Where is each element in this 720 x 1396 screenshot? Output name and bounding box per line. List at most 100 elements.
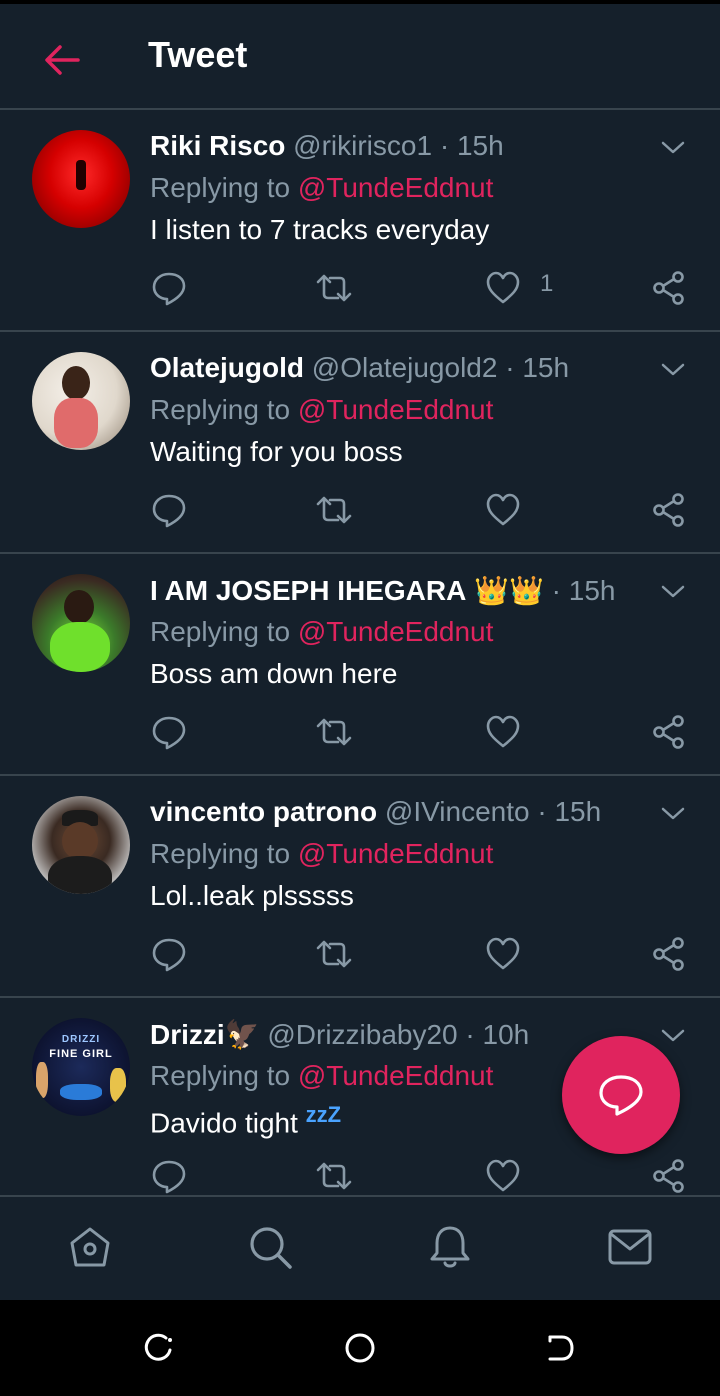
mail-icon[interactable] <box>606 1223 654 1271</box>
tweet-item[interactable]: I AM JOSEPH IHEGARA 👑👑 · 15h Replying to… <box>0 554 720 776</box>
avatar[interactable] <box>32 352 130 450</box>
author-handle[interactable]: @Olatejugold2 <box>312 352 498 383</box>
tweet-time: 15h <box>554 796 602 827</box>
tweet-author-line: vincento patrono @IVincento · 15h <box>150 796 601 828</box>
chevron-down-icon[interactable] <box>660 582 686 602</box>
share-icon[interactable] <box>651 714 687 750</box>
bottom-tab-bar <box>0 1195 720 1300</box>
tweet-author-line: I AM JOSEPH IHEGARA 👑👑 · 15h <box>150 574 615 607</box>
name-emoji: 👑👑 <box>474 575 544 606</box>
author-handle[interactable]: @IVincento <box>385 796 530 827</box>
reply-icon[interactable] <box>151 270 187 306</box>
tweet-text: Waiting for you boss <box>150 436 403 467</box>
mention-link[interactable]: @TundeEddnut <box>298 172 494 203</box>
mention-link[interactable]: @TundeEddnut <box>298 1060 494 1091</box>
tweet-text: I listen to 7 tracks everyday <box>150 214 490 245</box>
heart-icon[interactable] <box>485 270 521 306</box>
chevron-down-icon[interactable] <box>660 804 686 824</box>
share-icon[interactable] <box>651 936 687 972</box>
replying-to-line: Replying to @TundeEddnut <box>150 172 493 204</box>
replying-to-prefix: Replying to <box>150 838 298 869</box>
reply-icon[interactable] <box>151 714 187 750</box>
reply-icon[interactable] <box>151 1158 187 1194</box>
top-bar: Tweet <box>0 4 720 110</box>
compose-reply-icon <box>599 1075 643 1116</box>
recent-apps-icon[interactable] <box>144 1332 176 1364</box>
author-handle[interactable]: @Drizzibaby20 <box>267 1019 457 1050</box>
home-nav-icon[interactable] <box>344 1332 376 1364</box>
heart-icon[interactable] <box>485 936 521 972</box>
avatar-subtext: FINE GIRL <box>49 1048 113 1060</box>
author-name[interactable]: I AM JOSEPH IHEGARA <box>150 575 466 606</box>
share-icon[interactable] <box>651 1158 687 1194</box>
search-icon[interactable] <box>246 1223 294 1271</box>
tweet-item[interactable]: vincento patrono @IVincento · 15h Replyi… <box>0 776 720 998</box>
author-handle[interactable]: @rikirisco1 <box>293 130 432 161</box>
chevron-down-icon[interactable] <box>660 360 686 380</box>
retweet-icon[interactable] <box>316 492 352 528</box>
tweet-author-line: Drizzi🦅 @Drizzibaby20 · 10h <box>150 1018 529 1051</box>
tweet-text: Lol..leak plsssss <box>150 880 354 911</box>
author-name[interactable]: Drizzi <box>150 1019 225 1050</box>
like-count: 1 <box>540 270 554 297</box>
back-button[interactable] <box>40 38 84 82</box>
back-nav-icon[interactable] <box>544 1332 576 1364</box>
avatar[interactable] <box>32 130 130 228</box>
author-name[interactable]: Olatejugold <box>150 352 304 383</box>
chevron-down-icon[interactable] <box>660 1026 686 1046</box>
page-title: Tweet <box>148 34 248 75</box>
tweet-author-line: Riki Risco @rikirisco1 · 15h <box>150 130 504 162</box>
replying-to-line: Replying to @TundeEddnut <box>150 1060 493 1092</box>
tweet-time: 15h <box>456 130 504 161</box>
heart-icon[interactable] <box>485 492 521 528</box>
tweet-author-line: Olatejugold @Olatejugold2 · 15h <box>150 352 569 384</box>
replying-to-prefix: Replying to <box>150 394 298 425</box>
name-emoji: 🦅 <box>224 1019 260 1050</box>
reply-icon[interactable] <box>151 936 187 972</box>
chevron-down-icon[interactable] <box>660 138 686 158</box>
replying-to-line: Replying to @TundeEddnut <box>150 838 493 870</box>
avatar[interactable]: DRIZZI FINE GIRL <box>32 1018 130 1116</box>
system-navigation-bar <box>0 1300 720 1396</box>
avatar-figure <box>60 1084 102 1100</box>
compose-reply-button[interactable] <box>562 1036 680 1154</box>
avatar-figure <box>62 822 98 860</box>
mention-link[interactable]: @TundeEddnut <box>298 394 494 425</box>
retweet-icon[interactable] <box>316 270 352 306</box>
avatar-figure <box>62 366 90 400</box>
author-name[interactable]: Riki Risco <box>150 130 285 161</box>
separator-dot: · <box>465 1019 483 1050</box>
avatar-figure <box>48 856 112 894</box>
separator-dot: · <box>505 352 523 383</box>
share-icon[interactable] <box>651 492 687 528</box>
retweet-icon[interactable] <box>316 936 352 972</box>
mention-link[interactable]: @TundeEddnut <box>298 616 494 647</box>
retweet-icon[interactable] <box>316 1158 352 1194</box>
avatar-figure <box>64 590 94 624</box>
tweet-time: 10h <box>482 1019 530 1050</box>
reply-icon[interactable] <box>151 492 187 528</box>
tweet-item[interactable]: Riki Risco @rikirisco1 · 15h Replying to… <box>0 110 720 332</box>
replying-to-line: Replying to @TundeEddnut <box>150 616 493 648</box>
arrow-left-icon <box>45 45 80 75</box>
avatar-text: DRIZZI <box>61 1034 101 1045</box>
avatar[interactable] <box>32 796 130 894</box>
sleep-emoji: zzZ <box>305 1102 342 1127</box>
heart-icon[interactable] <box>485 714 521 750</box>
avatar-figure <box>76 160 86 190</box>
author-name[interactable]: vincento patrono <box>150 796 377 827</box>
heart-icon[interactable] <box>485 1158 521 1194</box>
bell-icon[interactable] <box>426 1223 474 1271</box>
avatar-figure <box>50 622 110 672</box>
avatar-figure <box>36 1062 48 1098</box>
home-icon[interactable] <box>66 1223 114 1271</box>
mention-link[interactable]: @TundeEddnut <box>298 838 494 869</box>
retweet-icon[interactable] <box>316 714 352 750</box>
reply-feed[interactable]: Riki Risco @rikirisco1 · 15h Replying to… <box>0 110 720 1195</box>
tweet-item[interactable]: Olatejugold @Olatejugold2 · 15h Replying… <box>0 332 720 554</box>
avatar-figure <box>54 398 98 448</box>
tweet-text-main: Davido tight <box>150 1107 306 1139</box>
share-icon[interactable] <box>651 270 687 306</box>
separator-dot: · <box>537 796 555 827</box>
avatar[interactable] <box>32 574 130 672</box>
